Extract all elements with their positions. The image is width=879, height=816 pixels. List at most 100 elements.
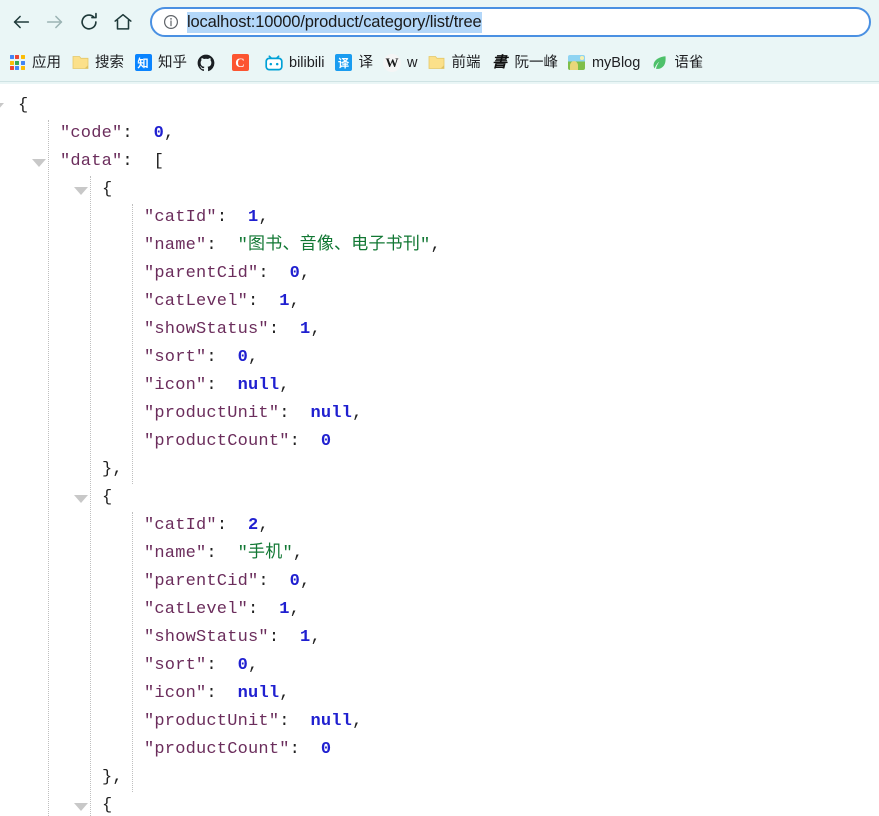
json-token-punct: , (279, 684, 290, 703)
collapse-triangle[interactable] (74, 495, 88, 503)
json-token-punct: , (164, 124, 175, 143)
json-token-punct: : (206, 544, 217, 563)
browser-toolbar: localhost:10000/product/category/list/tr… (0, 0, 879, 44)
bookmark-search-folder[interactable]: 搜索 (66, 49, 129, 77)
json-token-num: 0 (153, 124, 165, 143)
json-token-punct: , (248, 656, 259, 675)
bookmark-label: 应用 (32, 54, 61, 71)
json-token-num: 1 (279, 292, 290, 311)
json-token-punct: , (258, 516, 269, 535)
json-token-num: 0 (320, 740, 332, 759)
bookmark-yuque[interactable]: 语雀 (645, 49, 708, 77)
bookmark-label: 阮一峰 (514, 54, 558, 71)
bookmark-ruanyifeng[interactable]: 書 阮一峰 (485, 49, 563, 77)
json-token-num: 0 (320, 432, 332, 451)
collapse-triangle[interactable] (74, 187, 88, 195)
bookmark-label: myBlog (591, 54, 641, 71)
json-line: { (102, 792, 112, 816)
json-token-num: 1 (300, 628, 311, 647)
json-line: "name": "图书、音像、电子书刊", (144, 232, 441, 260)
json-token-punct: : (279, 712, 290, 731)
json-line: { (102, 484, 112, 512)
github-icon (197, 54, 215, 72)
collapse-triangle[interactable] (32, 159, 46, 167)
myblog-icon (568, 54, 586, 72)
bookmark-myblog[interactable]: myBlog (563, 49, 645, 77)
json-token-punct: , (279, 376, 290, 395)
bookmark-wikipedia[interactable]: W w (378, 49, 422, 77)
home-button[interactable] (106, 5, 140, 39)
wikipedia-icon: W (382, 53, 401, 72)
json-token-punct: , (258, 208, 269, 227)
back-button[interactable] (4, 5, 38, 39)
json-token-key: "productCount" (144, 740, 290, 759)
json-token-punct: , (112, 768, 123, 787)
bookmark-label: w (406, 54, 418, 71)
json-line: { (102, 176, 112, 204)
csdn-icon: C (231, 54, 249, 72)
json-line: { (18, 92, 28, 120)
json-token-brace: [ (153, 152, 165, 171)
json-token-key: "catId" (144, 516, 217, 535)
json-token-gap (279, 320, 300, 339)
json-token-key: "data" (60, 152, 123, 171)
collapse-triangle[interactable] (74, 803, 88, 811)
json-token-punct: , (300, 572, 311, 591)
json-token-key: "productCount" (144, 432, 290, 451)
json-token-punct: : (279, 404, 290, 423)
json-token-key: "catLevel" (144, 292, 249, 311)
json-token-punct: : (206, 376, 217, 395)
bookmark-zhihu[interactable]: 知 知乎 (129, 49, 192, 77)
json-token-gap (133, 152, 154, 171)
json-line: "data": [ (60, 148, 164, 176)
json-token-gap (290, 404, 311, 423)
bookmark-translate[interactable]: 译 译 (329, 49, 378, 77)
json-line: "productUnit": null, (144, 400, 362, 428)
bookmark-label: 搜索 (95, 54, 124, 71)
bookmark-label: 语雀 (674, 54, 704, 71)
json-token-punct: , (352, 712, 363, 731)
reload-button[interactable] (72, 5, 106, 39)
json-token-gap (217, 684, 238, 703)
json-line: "parentCid": 0, (144, 568, 310, 596)
forward-button[interactable] (38, 5, 72, 39)
bookmark-github[interactable] (192, 49, 226, 77)
json-token-null: null (237, 684, 280, 703)
json-line: "parentCid": 0, (144, 260, 310, 288)
site-info-icon[interactable] (162, 14, 179, 31)
browser-chrome: localhost:10000/product/category/list/tr… (0, 0, 879, 84)
collapse-triangle[interactable] (0, 103, 4, 111)
json-token-punct: , (112, 460, 123, 479)
json-token-null: null (310, 404, 353, 423)
json-token-gap (217, 544, 238, 563)
json-line: "catId": 1, (144, 204, 269, 232)
json-token-key: "catLevel" (144, 600, 249, 619)
json-line: "productCount": 0 (144, 428, 331, 456)
bookmark-bilibili[interactable]: bilibili (260, 49, 329, 77)
bookmark-apps[interactable]: 应用 (3, 49, 66, 77)
url-text[interactable]: localhost:10000/product/category/list/tr… (187, 11, 482, 33)
bookmarks-bar: 应用 搜索 知 知乎 C bilibili 译 译 W w 前端 書 阮一峰 m… (0, 44, 879, 82)
json-token-gap (290, 712, 311, 731)
bookmark-csdn[interactable]: C (226, 49, 260, 77)
json-token-punct: : (258, 572, 269, 591)
json-token-gap (300, 432, 321, 451)
json-token-punct: : (289, 432, 301, 451)
bookmark-label: 译 (358, 54, 373, 71)
json-token-punct: , (248, 348, 259, 367)
address-bar[interactable]: localhost:10000/product/category/list/tr… (150, 7, 871, 37)
json-token-punct: , (289, 292, 301, 311)
json-token-key: "icon" (144, 684, 207, 703)
json-token-gap (300, 740, 321, 759)
bilibili-icon (265, 54, 283, 72)
json-token-num: 0 (237, 656, 249, 675)
json-token-brace: { (102, 180, 113, 199)
json-token-gap (133, 124, 154, 143)
json-token-num: 0 (289, 572, 301, 591)
json-token-punct: , (289, 600, 301, 619)
bookmark-frontend-folder[interactable]: 前端 (422, 49, 485, 77)
json-line: "sort": 0, (144, 344, 258, 372)
json-line: "code": 0, (60, 120, 174, 148)
json-token-punct: : (258, 264, 269, 283)
json-token-punct: : (122, 124, 133, 143)
